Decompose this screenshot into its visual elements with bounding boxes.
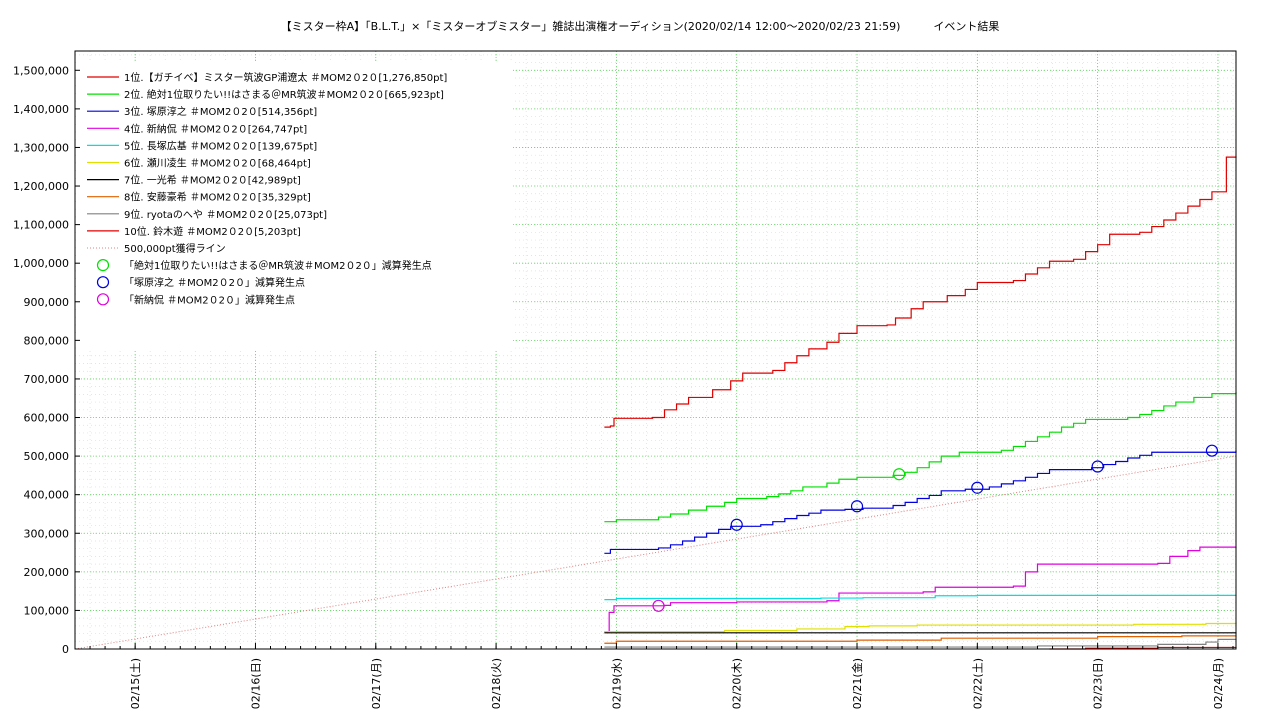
reference-line [74,455,1237,650]
legend-label: 8位. 安藤豪希 ＃MOM2０2０[35,329pt] [124,191,311,204]
y-tick-label: 1,300,000 [13,141,69,154]
series-line [604,450,1237,554]
y-tick-label: 400,000 [24,489,70,502]
y-tick-label: 1,200,000 [13,180,69,193]
y-tick-label: 800,000 [24,334,70,347]
y-tick-label: 1,000,000 [13,257,69,270]
x-tick-label: 02/19(水) [610,658,623,709]
legend-label: 「絶対1位取りたい!!はさまる＠MR筑波＃MOM2０2０」減算発生点 [124,259,432,272]
legend-label: 9位. ryotaのへや ＃MOM2０2０[25,073pt] [124,208,327,221]
y-tick-label: 500,000 [24,450,70,463]
x-tick-label: 02/17(月) [370,658,383,709]
legend-label: 「新納侃 ＃MOM2０2０」減算発生点 [124,293,295,306]
x-tick-label: 02/23(日) [1092,658,1105,709]
y-tick-label: 1,400,000 [13,103,69,116]
y-tick-label: 1,500,000 [13,64,69,77]
legend-label: 10位. 鈴木遊 ＃MOM2０2０[5,203pt] [124,225,301,238]
legend-label: 3位. 塚原淳之 ＃MOM2０2０[514,356pt] [124,105,317,118]
y-tick-label: 0 [62,643,69,656]
y-tick-label: 1,100,000 [13,219,69,232]
x-tick-label: 02/18(火) [490,658,503,709]
x-tick-label: 02/16(日) [249,658,262,709]
legend-label: 4位. 新納侃 ＃MOM2０2０[264,747pt] [124,122,307,135]
x-tick-label: 02/21(金) [850,658,864,709]
legend-label: 2位. 絶対1位取りたい!!はさまる＠MR筑波＃MOM2０2０[665,923p… [124,88,444,101]
y-tick-label: 200,000 [24,566,70,579]
legend-label: 500,000pt獲得ライン [124,242,226,255]
marker-point [1205,444,1219,457]
y-tick-label: 900,000 [24,296,70,309]
y-tick-label: 100,000 [24,604,70,617]
chart-canvas: 1位.【ガチイベ】ミスター筑波GP浦遼太 ＃MOM2０2０[1,276,850p… [13,50,1237,709]
series-line [604,635,1237,644]
series-line [604,546,1237,633]
x-tick-label: 02/22(土) [971,658,984,709]
legend-label: 「塚原淳之 ＃MOM2０2０」減算発生点 [124,276,305,289]
legend-label: 5位. 長塚広基 ＃MOM2０2０[139,675pt] [124,139,317,152]
marker-point [893,468,906,481]
legend-label: 1位.【ガチイベ】ミスター筑波GP浦遼太 ＃MOM2０2０[1,276,850p… [124,71,447,84]
y-tick-label: 300,000 [24,527,70,540]
series-line [604,622,1237,633]
legend: 1位.【ガチイベ】ミスター筑波GP浦遼太 ＃MOM2０2０[1,276,850p… [76,62,513,350]
y-tick-label: 600,000 [24,412,70,425]
x-tick-label: 02/15(土) [129,658,142,709]
x-tick-label: 02/20(木) [731,658,744,709]
marker-layer [652,444,1219,612]
x-tick-label: 02/24(月) [1212,658,1225,709]
legend-box [76,62,513,350]
y-tick-label: 700,000 [24,373,70,386]
legend-label: 6位. 瀬川凌生 ＃MOM2０2０[68,464pt] [124,157,311,170]
series-line [604,594,1237,601]
legend-label: 7位. 一光希 ＃MOM2０2０[42,989pt] [124,174,301,187]
